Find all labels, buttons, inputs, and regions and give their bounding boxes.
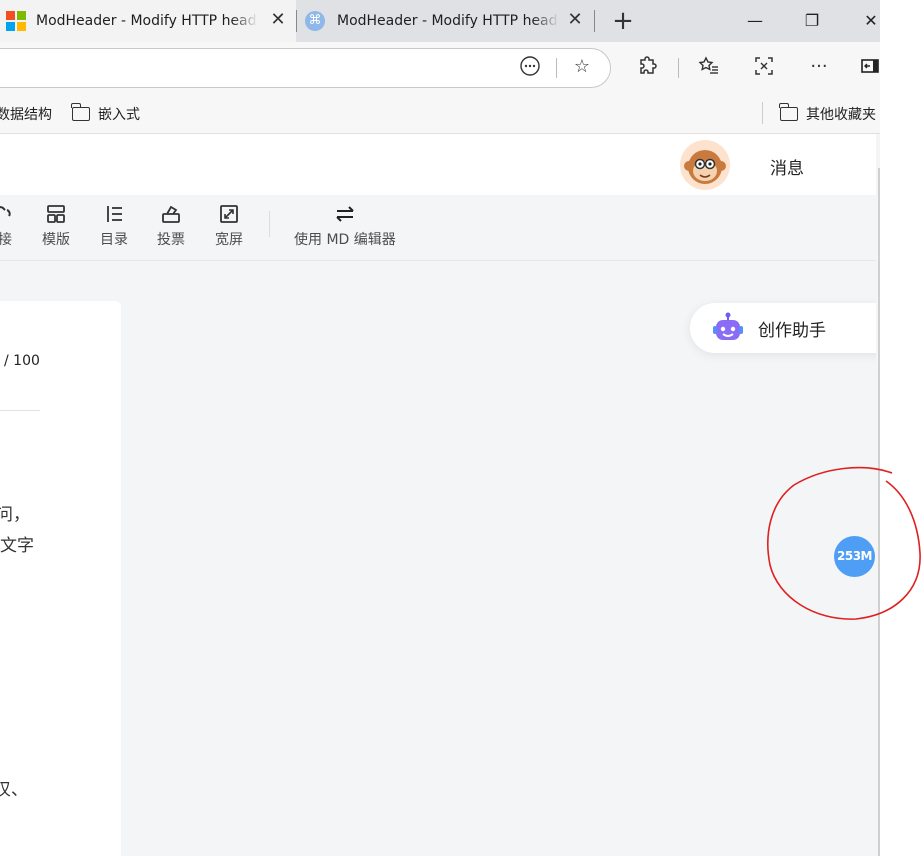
- tab-close-icon[interactable]: ✕: [565, 10, 585, 30]
- settings-more-icon[interactable]: ···: [807, 55, 831, 79]
- bookmark-item[interactable]: 数据结构: [0, 104, 52, 124]
- tab-separator: [594, 10, 595, 32]
- tab-title: ModHeader - Modify HTTP headers: [337, 13, 559, 29]
- toolbar-label: 目录: [100, 232, 128, 248]
- extension-gear-icon: ⌘: [305, 11, 325, 31]
- toolbar-label: 接: [0, 232, 12, 248]
- screenshot-icon[interactable]: [752, 55, 776, 79]
- vote-icon: [162, 205, 180, 223]
- extensions-puzzle-icon[interactable]: [636, 55, 660, 79]
- assistant-label: 创作助手: [758, 320, 826, 341]
- bookmark-folder[interactable]: 嵌入式: [71, 103, 140, 124]
- widescreen-icon: [220, 205, 238, 223]
- memory-usage-badge[interactable]: 253M: [834, 536, 875, 577]
- browser-tab[interactable]: ⌘ ModHeader - Modify HTTP headers ✕: [297, 0, 593, 42]
- favorite-star-icon[interactable]: ☆: [570, 55, 594, 79]
- robot-icon: [713, 312, 743, 340]
- tab-strip: ModHeader - Modify HTTP headers ✕ ⌘ ModH…: [0, 0, 880, 42]
- browser-tab-active[interactable]: ModHeader - Modify HTTP headers ✕: [0, 0, 296, 42]
- separator: [556, 58, 557, 78]
- bookmark-label: 嵌入式: [98, 107, 140, 123]
- favorites-list-icon[interactable]: [697, 55, 721, 79]
- editor-toolbar: 接 模版 目录 投票 宽屏 使用 MD 编辑器: [0, 195, 880, 261]
- toolbar-label: 使用 MD 编辑器: [294, 232, 396, 248]
- messages-link[interactable]: 消息: [770, 154, 804, 179]
- other-favorites-folder[interactable]: 其他收藏夹: [779, 103, 876, 124]
- microsoft-logo-icon: [6, 11, 26, 31]
- editor-text-fragment: 文字: [0, 536, 34, 556]
- template-icon: [47, 205, 65, 223]
- swap-icon: [336, 206, 354, 222]
- address-bar-row: ☆ ···: [0, 42, 880, 92]
- minimize-button[interactable]: —: [742, 8, 768, 34]
- tab-close-icon[interactable]: ✕: [268, 10, 288, 30]
- main-content: / 100 问， 文字 叹、 创作助手: [0, 261, 890, 856]
- new-tab-button[interactable]: +: [610, 6, 636, 36]
- editor-text-fragment: 叹、: [0, 780, 28, 800]
- link-icon: [0, 206, 11, 217]
- separator: [762, 102, 763, 124]
- title-char-counter: / 100: [4, 353, 40, 369]
- toolbar-widescreen-button[interactable]: 宽屏: [215, 203, 243, 249]
- separator: [678, 58, 679, 78]
- toolbar-template-button[interactable]: 模版: [42, 203, 70, 249]
- bookmark-label: 数据结构: [0, 107, 52, 123]
- restore-button[interactable]: ❐: [799, 8, 825, 34]
- folder-icon: [779, 103, 798, 121]
- toolbar-label: 宽屏: [215, 232, 243, 248]
- title-underline: [0, 410, 40, 411]
- toolbar-label: 投票: [157, 232, 185, 248]
- tab-title: ModHeader - Modify HTTP headers: [36, 13, 258, 29]
- bookmark-label: 其他收藏夹: [806, 107, 876, 123]
- toolbar-link-button[interactable]: 接: [0, 203, 16, 249]
- toc-icon: [107, 206, 122, 222]
- creation-assistant-button[interactable]: 创作助手: [690, 303, 890, 353]
- toolbar-label: 模版: [42, 232, 70, 248]
- sidebar-toggle-icon[interactable]: [858, 55, 882, 79]
- editor-text-fragment: 问，: [0, 505, 30, 525]
- page-header: 消息: [0, 134, 880, 195]
- avatar[interactable]: [680, 140, 730, 190]
- editor-panel[interactable]: / 100 问， 文字 叹、: [0, 301, 121, 856]
- toolbar-md-editor-button[interactable]: 使用 MD 编辑器: [294, 203, 396, 249]
- screen-edge: [880, 0, 924, 856]
- bookmarks-bar: 数据结构 嵌入式 其他收藏夹: [0, 92, 880, 134]
- folder-icon: [71, 103, 90, 121]
- toolbar-vote-button[interactable]: 投票: [157, 203, 185, 249]
- toolbar-separator: [269, 211, 270, 237]
- toolbar-toc-button[interactable]: 目录: [100, 203, 128, 249]
- more-options-circle-icon[interactable]: [518, 55, 542, 79]
